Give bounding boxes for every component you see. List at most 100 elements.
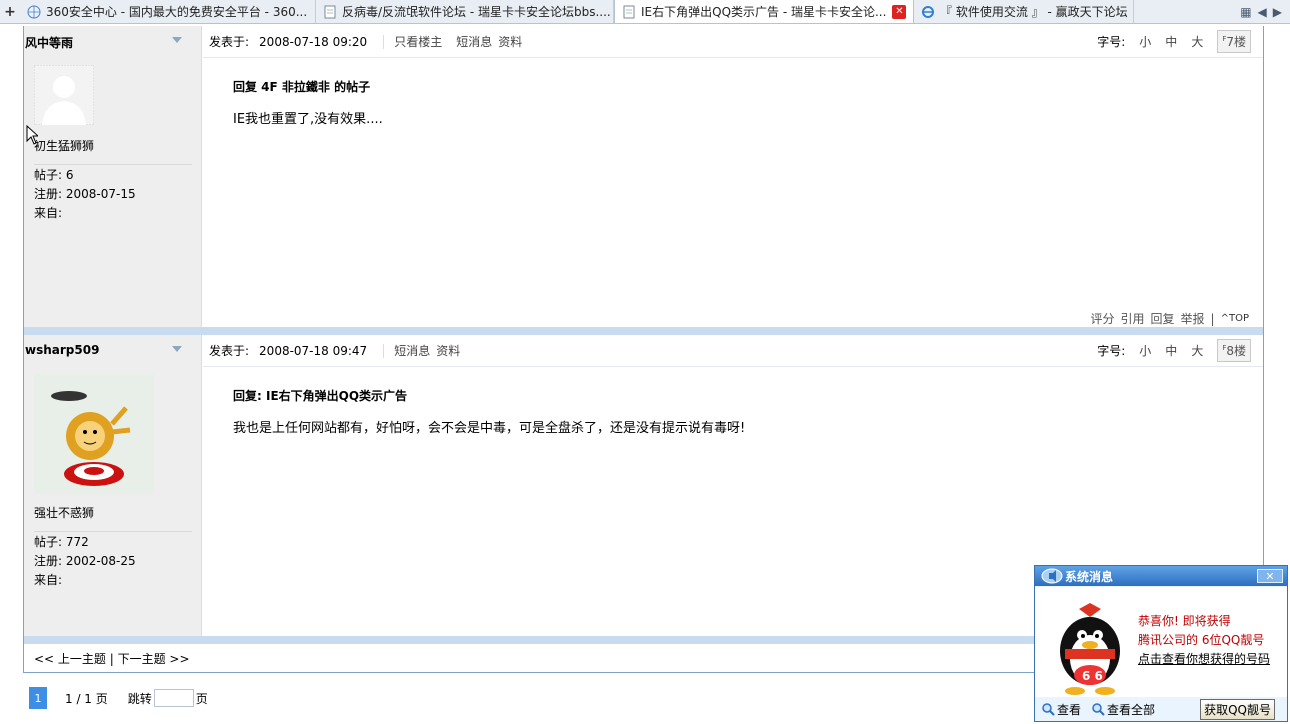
post-count: 帖子: 6 (34, 168, 74, 182)
post-footer: 评分 引用 回复 举报 | ^TOP (1090, 310, 1249, 327)
mouse-cursor-icon (26, 125, 38, 145)
page-count: 1 / 1 页 (65, 691, 108, 706)
avatar (33, 64, 154, 128)
post-header-right: 字号: 小 中 大 F7楼 (1097, 30, 1263, 53)
reply-title: 回复 4F 非拉鐵非 的帖子 (233, 80, 371, 94)
only-author-link[interactable]: 只看楼主 (394, 33, 442, 50)
view-all-label: 查看全部 (1107, 702, 1156, 717)
post-body: IE我也重置了,没有效果.... (233, 112, 383, 127)
font-size-medium[interactable]: 中 (1165, 33, 1177, 50)
author-rank: 强壮不惑狮 (34, 506, 95, 520)
speaker-icon (1039, 567, 1065, 585)
view-link[interactable]: 查看 (1041, 701, 1081, 718)
browser-tab-bar: + 360安全中心 - 国内最大的免费安全平台 - 360... 反病毒/反流氓… (0, 0, 1290, 24)
quote-link[interactable]: 引用 (1121, 310, 1145, 327)
page-icon (322, 4, 338, 20)
font-size-large[interactable]: 大 (1191, 33, 1203, 50)
header-divider (383, 343, 385, 358)
author-menu-icon[interactable] (172, 346, 182, 352)
avatar (34, 374, 154, 497)
font-size-label: 字号: (1097, 344, 1126, 358)
post-header: 发表于: 2008-07-18 09:47 短消息 资料 字号: 小 中 大 F… (203, 335, 1263, 367)
nav-divider: | (105, 652, 118, 666)
popup-footer: 查看 查看全部 获取QQ靓号 (1035, 697, 1287, 721)
author-name[interactable]: 风中等雨 (25, 34, 73, 51)
post-time: 2008-07-18 09:20 (259, 34, 368, 49)
rate-link[interactable]: 评分 (1090, 310, 1114, 327)
popup-title: 系统消息 (1065, 569, 1114, 584)
popup-titlebar: 系统消息 ✕ (1035, 566, 1287, 586)
popup-line2: 腾讯公司的 6位QQ靓号 (1138, 633, 1265, 647)
font-size-small[interactable]: 小 (1139, 33, 1151, 50)
get-qq-number-button[interactable]: 获取QQ靓号 (1200, 698, 1275, 720)
magnifier-plus-icon (1092, 703, 1105, 716)
report-link[interactable]: 举报 (1181, 310, 1205, 327)
floor-number: 7楼 (1226, 35, 1246, 49)
author-from: 来自: (34, 206, 63, 220)
scroll-left-icon[interactable]: ◀ (1258, 5, 1267, 19)
current-page-button[interactable]: 1 (29, 687, 47, 709)
jump-page-input[interactable] (153, 689, 194, 707)
post-7: 风中等雨 初生猛狮狮 帖子: 6 注册: 2008-07-15 来自: 发表于:… (24, 26, 1263, 327)
font-size-label: 字号: (1097, 35, 1126, 49)
svg-text:6 6: 6 6 (1082, 669, 1103, 683)
thread-nav: << 上一主题 | 下一主题 >> (34, 650, 190, 667)
short-message-link[interactable]: 短消息 (394, 342, 430, 359)
popup-line1: 恭喜你! 即将获得 (1138, 614, 1231, 628)
prev-thread-link[interactable]: << 上一主题 (34, 652, 106, 666)
floor-badge[interactable]: F8楼 (1217, 339, 1251, 362)
grid-icon[interactable]: ▦ (1240, 5, 1251, 19)
author-from: 来自: (34, 573, 63, 587)
new-tab-icon[interactable]: + (0, 0, 20, 23)
tab-title: IE右下角弹出QQ类示广告 - 瑞星卡卡安全论... (641, 5, 887, 19)
top-label: TOP (1228, 313, 1249, 324)
post-header-right: 字号: 小 中 大 F8楼 (1097, 339, 1263, 362)
post-body: 我也是上任何网站都有，好怕呀，会不会是中毒，可是全盘杀了，还是没有提示说有毒呀! (233, 421, 746, 436)
short-message-link[interactable]: 短消息 (456, 33, 492, 50)
profile-link[interactable]: 资料 (498, 33, 522, 50)
posted-label: 发表于: (209, 35, 250, 49)
popup-body: 6 6 恭喜你! 即将获得 腾讯公司的 6位QQ靓号 点击查看你想获得的号码 (1035, 587, 1287, 697)
tab-ie-popup-ad[interactable]: IE右下角弹出QQ类示广告 - 瑞星卡卡安全论... ✕ (614, 0, 914, 23)
tab-title: 『 软件使用交流 』 - 赢政天下论坛 (940, 5, 1128, 19)
footer-divider: | (1210, 311, 1215, 326)
popup-message: 恭喜你! 即将获得 腾讯公司的 6位QQ靓号 点击查看你想获得的号码 (1138, 612, 1270, 669)
reply-link[interactable]: 回复 (1151, 310, 1175, 327)
author-menu-icon[interactable] (172, 37, 182, 43)
popup-link[interactable]: 点击查看你想获得的号码 (1138, 650, 1270, 669)
page-icon (621, 4, 637, 20)
floor-badge[interactable]: F7楼 (1217, 30, 1251, 53)
scroll-right-icon[interactable]: ▶ (1273, 5, 1282, 19)
close-popup-icon[interactable]: ✕ (1257, 569, 1283, 583)
view-label: 查看 (1057, 702, 1082, 717)
register-date: 注册: 2008-07-15 (34, 187, 136, 201)
jump-label: 跳转 (127, 691, 152, 706)
page-unit: 页 (195, 691, 208, 706)
post-divider (24, 327, 1263, 335)
tab-software-exchange[interactable]: 『 软件使用交流 』 - 赢政天下论坛 (914, 0, 1134, 23)
magnifier-icon (1042, 703, 1055, 716)
post-time: 2008-07-18 09:47 (259, 343, 368, 358)
post-count: 帖子: 772 (34, 535, 89, 549)
globe-icon (26, 4, 42, 20)
tab-controls: ▦ ◀ ▶ (1240, 0, 1290, 23)
register-date: 注册: 2002-08-25 (34, 554, 136, 568)
view-all-link[interactable]: 查看全部 (1091, 701, 1155, 718)
reply-title: 回复: IE右下角弹出QQ类示广告 (233, 389, 408, 403)
font-size-medium[interactable]: 中 (1165, 342, 1177, 359)
sidebar-divider (34, 531, 192, 532)
author-name[interactable]: wsharp509 (25, 343, 99, 357)
header-divider (383, 34, 385, 49)
profile-link[interactable]: 资料 (436, 342, 460, 359)
next-thread-link[interactable]: 下一主题 >> (118, 652, 190, 666)
floor-number: 8楼 (1226, 344, 1246, 358)
tab-rising-forum[interactable]: 反病毒/反流氓软件论坛 - 瑞星卡卡安全论坛bbs.... (316, 0, 614, 23)
posted-label: 发表于: (209, 344, 250, 358)
author-sidebar: 风中等雨 初生猛狮狮 帖子: 6 注册: 2008-07-15 来自: (24, 26, 202, 327)
close-tab-icon[interactable]: ✕ (892, 4, 907, 19)
back-to-top-link[interactable]: ^TOP (1221, 313, 1249, 324)
tab-360[interactable]: 360安全中心 - 国内最大的免费安全平台 - 360... (20, 0, 316, 23)
font-size-small[interactable]: 小 (1139, 342, 1151, 359)
font-size-large[interactable]: 大 (1191, 342, 1203, 359)
qq-system-popup: 系统消息 ✕ 6 6 恭喜你! 即将获得 腾讯公司的 6位QQ靓号 点击查看你想… (1034, 565, 1288, 722)
